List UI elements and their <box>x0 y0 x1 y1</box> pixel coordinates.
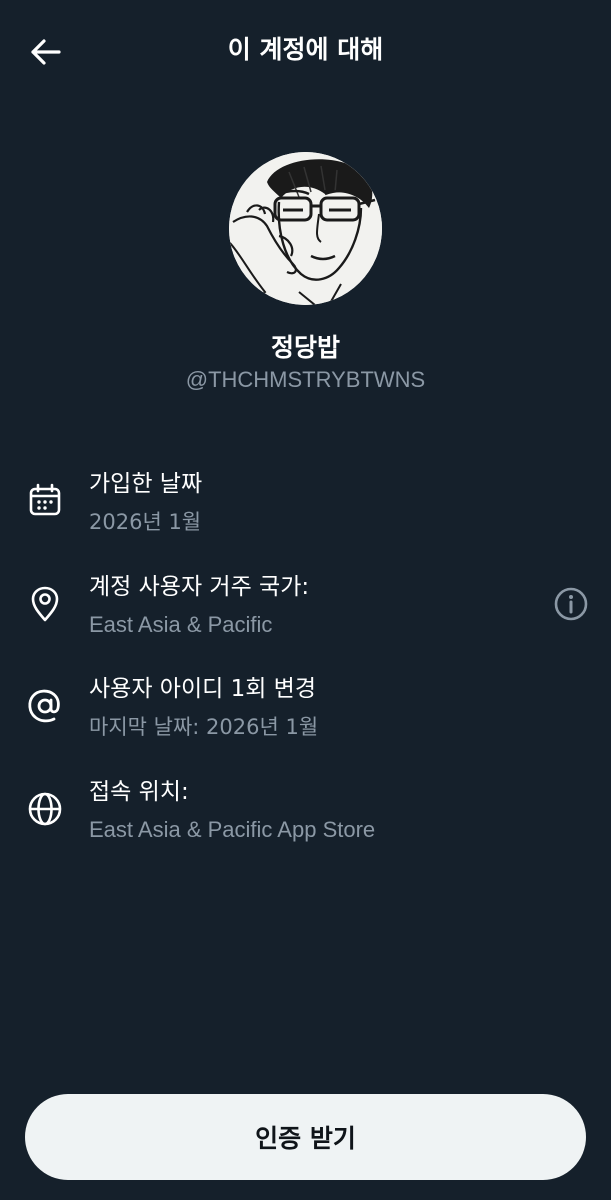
at-sign-icon <box>24 685 66 727</box>
avatar[interactable] <box>229 152 382 305</box>
page-title: 이 계정에 대해 <box>227 35 384 64</box>
joined-date-value: 2026년 1월 <box>89 510 202 534</box>
top-bar: 이 계정에 대해 <box>0 0 611 100</box>
location-pin-icon <box>24 583 66 625</box>
calendar-icon <box>24 479 66 521</box>
account-country-label: 계정 사용자 거주 국가: <box>89 574 310 600</box>
get-verified-button[interactable]: 인증 받기 <box>25 1094 586 1180</box>
username-change-label: 사용자 아이디 1회 변경 <box>89 676 317 702</box>
access-location-value: East Asia & Pacific App Store <box>89 817 376 842</box>
country-info-button[interactable] <box>551 584 591 624</box>
globe-icon <box>24 788 66 830</box>
user-handle: @THCHMSTRYBTWNS <box>185 367 426 392</box>
account-country-value: East Asia & Pacific <box>89 612 273 637</box>
access-location-row: 접속 위치: East Asia & Pacific App Store <box>0 775 611 865</box>
account-country-row: 계정 사용자 거주 국가: East Asia & Pacific <box>0 570 611 660</box>
joined-date-row: 가입한 날짜 2026년 1월 <box>0 467 611 557</box>
access-location-label: 접속 위치: <box>89 779 189 805</box>
username-change-value: 마지막 날짜: 2026년 1월 <box>89 715 319 739</box>
username-change-row: 사용자 아이디 1회 변경 마지막 날짜: 2026년 1월 <box>0 672 611 762</box>
info-icon <box>554 587 588 621</box>
avatar-illustration <box>229 152 382 305</box>
joined-date-label: 가입한 날짜 <box>89 471 203 497</box>
display-name: 정당밥 <box>270 333 340 362</box>
